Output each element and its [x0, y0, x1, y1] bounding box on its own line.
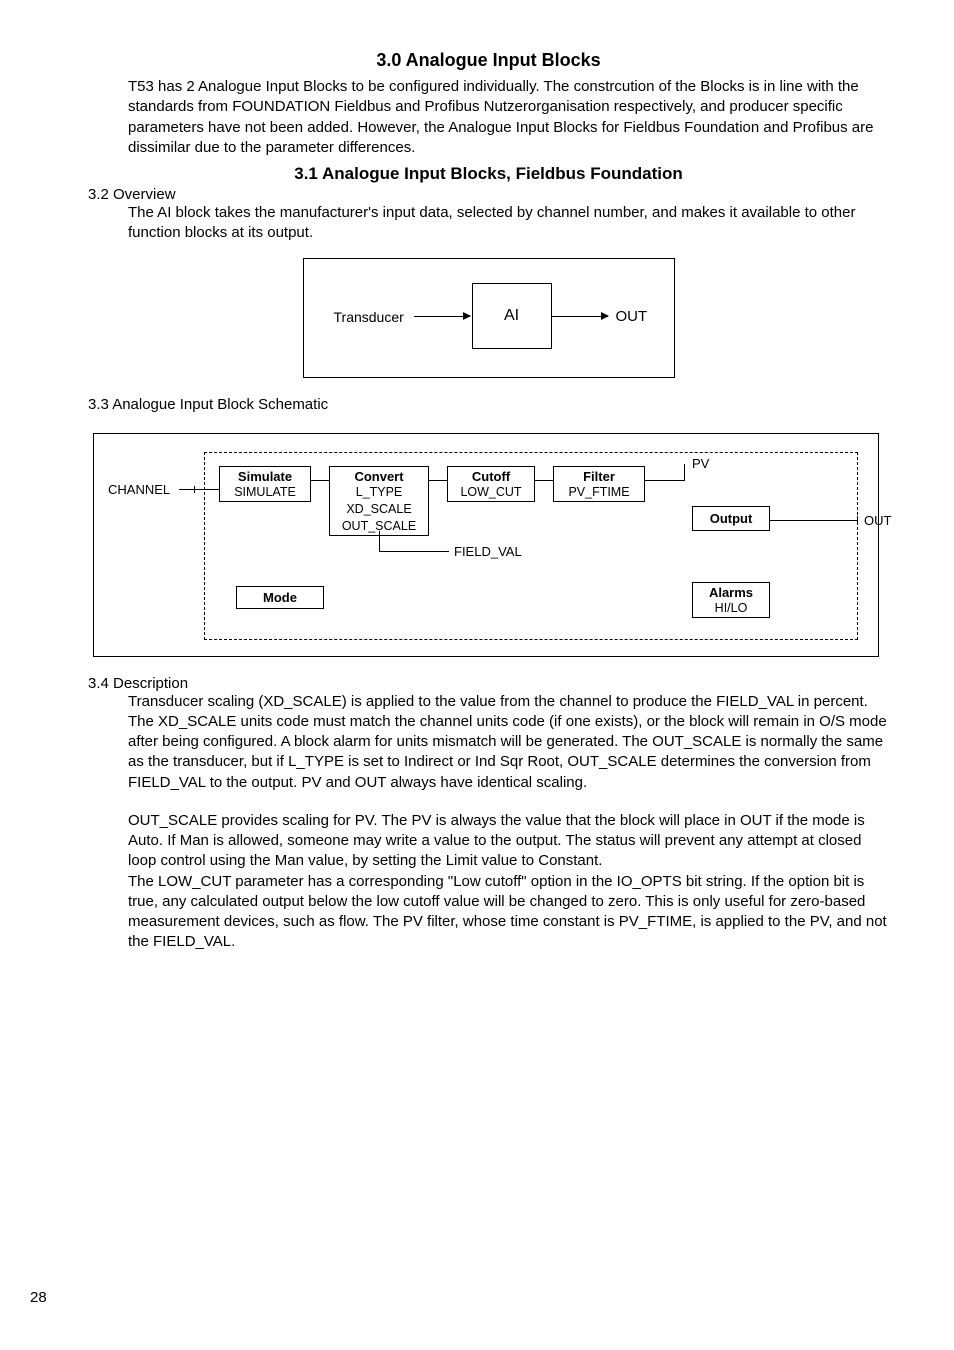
paragraph-3-4a: Transducer scaling (XD_SCALE) is applied… — [128, 692, 889, 793]
page-number: 28 — [30, 1289, 47, 1306]
connector-tick — [194, 486, 195, 493]
fig2-channel-label: CHANNEL — [108, 482, 170, 497]
fig2-simulate-box: Simulate SIMULATE — [219, 466, 311, 502]
fig2-output-box: Output — [692, 506, 770, 531]
box-header: Output — [693, 507, 769, 530]
arrow-icon — [552, 316, 608, 317]
connector-line — [379, 531, 380, 551]
box-header: Convert — [330, 467, 428, 484]
section-label-3-4: 3.4 Description — [88, 675, 889, 692]
connector-line — [379, 551, 449, 552]
paragraph-3-4c: The LOW_CUT parameter has a correspondin… — [128, 872, 889, 953]
box-header: Cutoff — [448, 467, 534, 484]
connector-line — [429, 480, 447, 481]
figure-ai-overview: Transducer AI OUT — [303, 258, 675, 378]
box-param: SIMULATE — [220, 484, 310, 501]
fig2-fieldval-label: FIELD_VAL — [454, 544, 522, 559]
paragraph-3-0: T53 has 2 Analogue Input Blocks to be co… — [128, 77, 889, 158]
fig2-filter-box: Filter PV_FTIME — [553, 466, 645, 502]
figure-ai-schematic: CHANNEL Simulate SIMULATE Convert L_TYPE… — [93, 433, 879, 657]
connector-line — [645, 480, 685, 481]
box-header: Alarms — [693, 583, 769, 600]
fig2-out-label: OUT — [864, 513, 891, 528]
paragraph-3-2: The AI block takes the manufacturer's in… — [128, 203, 889, 244]
fig2-alarms-box: Alarms HI/LO — [692, 582, 770, 618]
connector-tick — [857, 516, 858, 525]
connector-line — [179, 489, 219, 490]
fig1-out-label: OUT — [616, 308, 648, 325]
connector-line — [311, 480, 329, 481]
arrow-icon — [414, 316, 470, 317]
heading-3-0: 3.0 Analogue Input Blocks — [88, 50, 889, 71]
connector-line — [535, 480, 553, 481]
fig2-cutoff-box: Cutoff LOW_CUT — [447, 466, 535, 502]
box-param: L_TYPE — [330, 484, 428, 501]
connector-line — [770, 520, 858, 521]
fig1-ai-box: AI — [472, 283, 552, 349]
heading-3-1: 3.1 Analogue Input Blocks, Fieldbus Foun… — [88, 164, 889, 184]
box-header: Filter — [554, 467, 644, 484]
section-label-3-2: 3.2 Overview — [88, 186, 889, 203]
box-header: Mode — [237, 587, 323, 608]
box-param: PV_FTIME — [554, 484, 644, 501]
section-label-3-3: 3.3 Analogue Input Block Schematic — [88, 396, 889, 413]
fig2-convert-box: Convert L_TYPE XD_SCALE OUT_SCALE — [329, 466, 429, 536]
box-param: HI/LO — [693, 600, 769, 617]
box-param: LOW_CUT — [448, 484, 534, 501]
connector-line — [684, 464, 685, 480]
box-param: XD_SCALE — [330, 501, 428, 518]
paragraph-3-4b: OUT_SCALE provides scaling for PV. The P… — [128, 811, 889, 872]
box-header: Simulate — [220, 467, 310, 484]
fig2-pv-label: PV — [692, 456, 709, 471]
fig1-transducer-label: Transducer — [334, 309, 404, 325]
fig2-mode-box: Mode — [236, 586, 324, 609]
